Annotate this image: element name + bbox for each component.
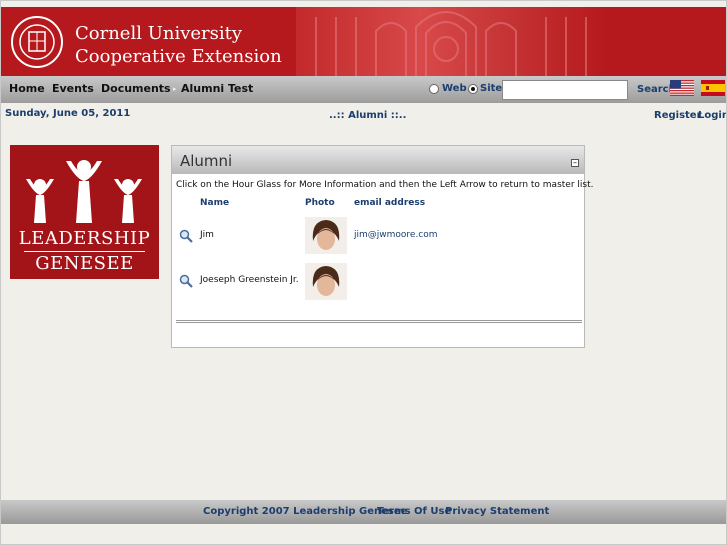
magnifier-icon[interactable] (179, 274, 193, 288)
spain-flag-icon[interactable] (701, 80, 725, 96)
panel-divider (176, 322, 582, 323)
login-link[interactable]: Login (698, 110, 726, 121)
search-web-radio[interactable] (429, 84, 439, 94)
column-header-photo: Photo (305, 198, 335, 208)
collapse-icon[interactable]: – (571, 159, 579, 167)
nav-test[interactable]: Test (228, 82, 253, 95)
panel-title: Alumni (180, 152, 233, 170)
panel-title-bar: Alumni – (172, 146, 584, 174)
nav-home[interactable]: Home (9, 82, 45, 95)
site-header: Cornell University Cooperative Extension (1, 7, 726, 76)
privacy-statement-link[interactable]: Privacy Statement (445, 506, 549, 517)
nav-documents[interactable]: Documents (101, 82, 171, 95)
site-footer: Copyright 2007 Leadership Genesee Terms … (1, 500, 726, 524)
search-web-label: Web (442, 83, 467, 94)
page: Cornell University Cooperative Extension… (0, 0, 727, 545)
search-input[interactable] (502, 80, 628, 100)
org-name-line2: Cooperative Extension (75, 46, 282, 67)
alumni-name: Jim (200, 230, 214, 240)
panel-divider (176, 320, 582, 321)
logo-word-genesee: GENESEE (35, 253, 134, 274)
us-flag-icon[interactable] (670, 80, 694, 96)
nav-events[interactable]: Events (52, 82, 94, 95)
logo-divider (24, 251, 145, 252)
column-header-name: Name (200, 198, 230, 208)
header-banner-image (296, 7, 608, 76)
terms-of-use-link[interactable]: Terms Of Use (377, 506, 451, 517)
logo-word-leadership: LEADERSHIP (18, 228, 151, 249)
alumni-photo (305, 217, 347, 254)
leadership-genesee-logo: LEADERSHIP GENESEE (10, 145, 159, 279)
column-header-email: email address (354, 198, 426, 208)
current-date: Sunday, June 05, 2011 (5, 108, 131, 119)
alumni-photo (305, 263, 347, 300)
nav-active-arrow-icon: ▸ (173, 85, 177, 93)
alumni-name: Joeseph Greenstein Jr. (200, 275, 299, 285)
magnifier-icon[interactable] (179, 229, 193, 243)
org-name-line1: Cornell University (75, 23, 243, 44)
nav-alumni[interactable]: Alumni (181, 82, 224, 95)
alumni-panel: Alumni – Click on the Hour Glass for Mor… (171, 145, 593, 348)
search-site-radio[interactable] (468, 84, 478, 94)
cornell-seal-icon (11, 16, 63, 68)
instructions-text: Click on the Hour Glass for More Informa… (176, 180, 594, 190)
register-link[interactable]: Register (654, 110, 702, 121)
search-site-label: Site (480, 83, 503, 94)
breadcrumb: ..:: Alumni ::.. (329, 110, 407, 121)
alumni-email-link[interactable]: jim@jwmoore.com (354, 230, 438, 240)
